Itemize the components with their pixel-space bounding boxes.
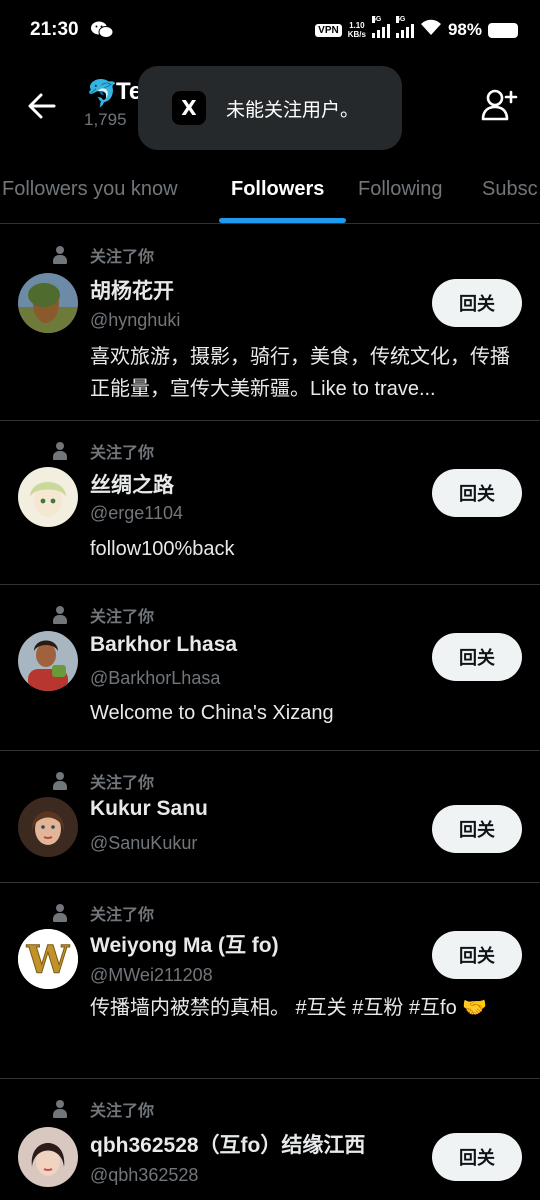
list-item[interactable]: 关注了你 W Weiyong Ma (互 fo) @MWei211208 传播墙… (0, 883, 540, 1079)
arrow-left-icon (28, 93, 56, 119)
user-bio: 传播墙内被禁的真相。 #互关 #互粉 #互fo 🤝 (90, 997, 488, 1019)
vpn-badge: VPN (315, 23, 342, 37)
avatar[interactable] (18, 273, 78, 333)
status-bar: 21:30 VPN 1.10 KB/s 5G 5G 98% (0, 0, 540, 60)
person-icon (52, 246, 68, 264)
follows-you-hint: 关注了你 (52, 439, 154, 463)
toast-message: 未能关注用户。 (226, 99, 360, 121)
svg-text:W: W (26, 937, 71, 982)
tab-subscriptions[interactable]: Subsc (482, 178, 538, 201)
followers-list: 关注了你 胡杨花开 @hynghuki 喜欢旅游，摄影，骑行，美食，传统文化，传… (0, 225, 540, 1200)
user-handle: @BarkhorLhasa (90, 668, 221, 688)
user-handle: @hynghuki (90, 310, 181, 330)
tab-followers[interactable]: Followers (231, 178, 324, 201)
avatar[interactable] (18, 797, 78, 857)
follows-you-hint: 关注了你 (52, 769, 154, 793)
dolphin-icon: 🐬 (86, 78, 119, 108)
list-item[interactable]: 关注了你 胡杨花开 @hynghuki 喜欢旅游，摄影，骑行，美食，传统文化，传… (0, 225, 540, 421)
person-icon (52, 442, 68, 460)
person-icon (52, 772, 68, 790)
person-icon (52, 606, 68, 624)
wechat-icon (90, 21, 114, 39)
list-item[interactable]: 关注了你 Kukur Sanu @SanuKukur 回关 (0, 751, 540, 883)
wifi-icon (420, 19, 442, 41)
follows-you-hint: 关注了你 (52, 1097, 154, 1121)
follow-back-button[interactable]: 回关 (432, 931, 522, 979)
follow-back-button[interactable]: 回关 (432, 469, 522, 517)
user-bio: follow100%back (90, 538, 235, 560)
list-item[interactable]: 关注了你 Barkhor Lhasa @BarkhorLhasa Welcome… (0, 585, 540, 751)
follows-you-hint: 关注了你 (52, 901, 154, 925)
user-handle: @qbh362528 (90, 1165, 199, 1185)
user-name[interactable]: Weiyong Ma (互 fo) (90, 929, 279, 959)
avatar[interactable] (18, 1127, 78, 1187)
back-button[interactable] (24, 88, 60, 124)
follows-you-hint: 关注了你 (52, 243, 154, 267)
tab-followers-you-know[interactable]: Followers you know (2, 178, 178, 201)
avatar[interactable]: W (18, 929, 78, 989)
person-icon (52, 1100, 68, 1118)
add-user-icon (481, 89, 518, 121)
tab-indicator (219, 218, 346, 223)
avatar[interactable] (18, 631, 78, 691)
user-handle: @MWei211208 (90, 965, 213, 985)
profile-post-count: 1,795 (84, 110, 127, 129)
list-item[interactable]: 关注了你 丝绸之路 @erge1104 follow100%back 回关 (0, 421, 540, 585)
user-handle: @erge1104 (90, 503, 184, 523)
person-icon (52, 904, 68, 922)
battery-percent: 98% (447, 20, 482, 39)
user-bio: 喜欢旅游，摄影，骑行，美食，传统文化，传播正能量，宣传大美新疆。Like to … (90, 346, 510, 400)
signal-icon-2: 5G (395, 16, 414, 38)
follow-back-button[interactable]: 回关 (432, 1133, 522, 1181)
avatar[interactable] (18, 467, 78, 527)
tab-following[interactable]: Following (358, 178, 442, 201)
user-name[interactable]: Kukur Sanu (90, 797, 208, 821)
follow-back-button[interactable]: 回关 (432, 279, 522, 327)
x-logo-icon: X (172, 91, 206, 125)
signal-icon: 5G (371, 16, 390, 38)
user-name[interactable]: Barkhor Lhasa (90, 633, 237, 657)
follow-back-button[interactable]: 回关 (432, 805, 522, 853)
net-speed: 1.10 KB/s (347, 21, 366, 39)
toast-notification: X 未能关注用户。 (138, 66, 402, 150)
follow-back-button[interactable]: 回关 (432, 633, 522, 681)
user-name[interactable]: 胡杨花开 (90, 275, 174, 305)
status-time: 21:30 (30, 19, 79, 40)
tab-bar: Followers you know Followers Following S… (0, 160, 540, 224)
user-name[interactable]: qbh362528（互fo）结缘江西 (90, 1129, 365, 1159)
battery-icon (488, 22, 518, 38)
list-item[interactable]: 关注了你 qbh362528（互fo）结缘江西 @qbh362528 回关 (0, 1079, 540, 1200)
add-user-button[interactable] (480, 86, 518, 124)
user-handle: @SanuKukur (90, 833, 198, 853)
user-name[interactable]: 丝绸之路 (90, 469, 174, 499)
follows-you-hint: 关注了你 (52, 603, 154, 627)
user-bio: Welcome to China's Xizang (90, 702, 334, 724)
